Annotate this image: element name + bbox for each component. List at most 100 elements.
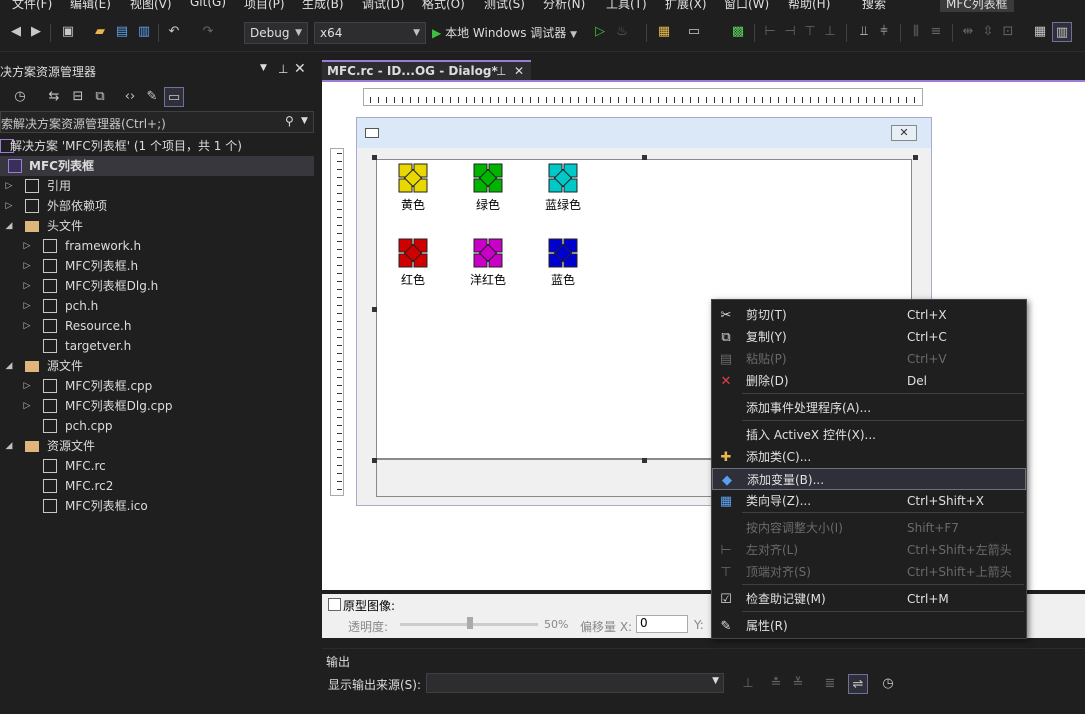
list-item[interactable]: 红色 (385, 237, 441, 297)
space-down-icon[interactable]: ≡ (926, 22, 946, 42)
clear-all-icon[interactable]: ≣ (820, 674, 840, 694)
pin-icon[interactable]: ⊥ (278, 62, 288, 76)
tree-node[interactable]: ◢ 资源文件 (0, 436, 314, 456)
pin-icon[interactable]: ⊥ (496, 64, 506, 78)
test-dialog-icon[interactable]: ▩ (728, 22, 748, 42)
collapse-all-icon[interactable]: ⊟ (68, 87, 88, 107)
clock-icon[interactable]: ◷ (878, 674, 898, 694)
save-all-icon[interactable]: ▥ (134, 22, 154, 42)
tree-node[interactable]: pch.cpp (0, 416, 314, 436)
open-icon[interactable]: ▰ (90, 22, 110, 42)
tree-node[interactable]: targetver.h (0, 336, 314, 356)
menu-item[interactable]: 测试(S) (484, 0, 525, 12)
list-item[interactable]: 洋红色 (460, 237, 516, 297)
list-item[interactable]: 蓝绿色 (535, 162, 591, 222)
collapsed-arrow-icon[interactable]: ▷ (4, 176, 14, 196)
tree-node[interactable]: ▷ Resource.h (0, 316, 314, 336)
context-menu-item[interactable]: ⧉ 复制(Y) Ctrl+C (712, 326, 1026, 348)
forward-icon[interactable]: ▶ (26, 22, 46, 42)
close-icon[interactable]: ✕ (891, 125, 917, 141)
tree-node[interactable]: ▷ pch.h (0, 296, 314, 316)
layout-icon[interactable]: ▭ (684, 22, 704, 42)
code-view-icon[interactable]: ‹› (120, 87, 140, 107)
collapsed-arrow-icon[interactable]: ▷ (22, 396, 32, 416)
offset-x-input[interactable]: 0 (636, 615, 688, 633)
tree-node[interactable]: ▷ 外部依赖项 (0, 196, 314, 216)
solution-search-input[interactable]: 索解决方案资源管理器(Ctrl+;) ⚲ ▼ (0, 111, 314, 133)
collapsed-arrow-icon[interactable]: ▷ (22, 276, 32, 296)
expanded-arrow-icon[interactable]: ◢ (4, 436, 14, 456)
expanded-arrow-icon[interactable]: ◢ (4, 216, 14, 236)
menu-item[interactable]: 编辑(E) (70, 0, 111, 12)
browse-icon[interactable]: ▦ (654, 22, 674, 42)
menu-item[interactable]: 分析(N) (543, 0, 585, 12)
tree-node[interactable]: ▷ 引用 (0, 176, 314, 196)
menu-item[interactable]: 工具(T) (606, 0, 647, 12)
properties-icon[interactable]: ✎ (142, 87, 162, 107)
tree-node[interactable]: MFC列表框.ico (0, 496, 314, 516)
redo-icon[interactable]: ↷ (198, 22, 218, 42)
tree-node[interactable]: ◢ 源文件 (0, 356, 314, 376)
start-without-debugging-icon[interactable]: ▷ (590, 22, 610, 42)
center-vertical-icon[interactable]: ⫫ (854, 22, 874, 42)
tree-node[interactable]: MFC.rc (0, 456, 314, 476)
context-menu-item[interactable]: ⊤ 顶端对齐(S) Ctrl+Shift+上箭头 (712, 561, 1026, 583)
chevron-down-icon[interactable]: ▼ (301, 116, 308, 126)
context-menu-item[interactable]: ✂ 剪切(T) Ctrl+X (712, 304, 1026, 326)
menu-item[interactable]: 项目(P) (244, 0, 285, 12)
back-icon[interactable]: ◀ (6, 22, 26, 42)
menu-item[interactable]: 调试(D) (362, 0, 405, 12)
collapsed-arrow-icon[interactable]: ▷ (22, 256, 32, 276)
collapsed-arrow-icon[interactable]: ▷ (4, 196, 14, 216)
prev-message-icon[interactable]: ≛ (766, 674, 786, 694)
chevron-down-icon[interactable]: ▼ (260, 63, 267, 73)
menu-item[interactable]: Git(G) (190, 0, 226, 9)
list-item[interactable]: 黄色 (385, 162, 441, 222)
tree-node[interactable]: ▷ MFC列表框.h (0, 256, 314, 276)
context-menu-item[interactable]: 插入 ActiveX 控件(X)... (712, 424, 1026, 446)
list-item[interactable]: 蓝色 (535, 237, 591, 297)
next-message-icon[interactable]: ≚ (788, 674, 808, 694)
context-menu-item[interactable]: 添加事件处理程序(A)... (712, 397, 1026, 419)
show-all-files-icon[interactable]: ⧉ (90, 87, 110, 107)
undo-icon[interactable]: ↶ (164, 22, 184, 42)
close-icon[interactable]: ✕ (294, 61, 306, 77)
center-horizontal-icon[interactable]: ⫩ (874, 22, 894, 42)
word-wrap-icon[interactable]: ⇌ (848, 674, 868, 694)
tree-node[interactable]: ▷ MFC列表框Dlg.cpp (0, 396, 314, 416)
toggle-guides-icon[interactable]: ▥ (1052, 22, 1072, 42)
menu-item[interactable]: 生成(B) (302, 0, 344, 12)
menu-item[interactable]: 窗口(W) (724, 0, 769, 12)
expanded-arrow-icon[interactable]: ◢ (4, 356, 14, 376)
menu-item[interactable]: 文件(F) (12, 0, 52, 12)
find-message-icon[interactable]: ⊥ (738, 674, 758, 694)
tree-node[interactable]: MFC.rc2 (0, 476, 314, 496)
search-menu[interactable]: 搜索 (862, 0, 886, 12)
new-project-icon[interactable]: ▣ (58, 22, 78, 42)
tab-dialog-editor[interactable]: MFC.rc - ID...OG - Dialog* ⊥ ✕ (322, 60, 531, 82)
context-menu-item[interactable]: 按内容调整大小(I) Shift+F7 (712, 517, 1026, 539)
align-bottom-icon[interactable]: ⊥ (820, 22, 840, 42)
context-menu-item[interactable]: ✕ 删除(D) Del (712, 370, 1026, 392)
make-same-size-icon[interactable]: ⊡ (998, 22, 1018, 42)
slider-thumb[interactable] (467, 617, 473, 629)
context-menu-item[interactable]: ▦ 类向导(Z)... Ctrl+Shift+X (712, 490, 1026, 512)
align-top-icon[interactable]: ⊤ (800, 22, 820, 42)
context-menu-item[interactable]: ⊢ 左对齐(L) Ctrl+Shift+左箭头 (712, 539, 1026, 561)
collapsed-arrow-icon[interactable]: ▷ (22, 316, 32, 336)
solution-node[interactable]: 解决方案 'MFC列表框' (1 个项目，共 1 个) (0, 136, 314, 156)
prototype-checkbox[interactable] (328, 598, 341, 611)
context-menu-item[interactable]: ✚ 添加类(C)... (712, 446, 1026, 468)
context-menu-item[interactable]: ☑ 检查助记键(M) Ctrl+M (712, 588, 1026, 610)
list-item[interactable]: 绿色 (460, 162, 516, 222)
toggle-grid-icon[interactable]: ▦ (1030, 22, 1050, 42)
save-icon[interactable]: ▤ (112, 22, 132, 42)
search-icon[interactable]: ⚲ (285, 114, 294, 128)
context-menu-item[interactable]: ◆ 添加变量(B)... (712, 468, 1026, 490)
project-node[interactable]: MFC列表框 (0, 156, 314, 176)
menu-item[interactable]: 帮助(H) (788, 0, 830, 12)
make-same-height-icon[interactable]: ⇳ (978, 22, 998, 42)
align-left-icon[interactable]: ⊢ (760, 22, 780, 42)
config-dropdown[interactable]: Debug ▼ (244, 22, 308, 44)
tree-node[interactable]: ▷ MFC列表框.cpp (0, 376, 314, 396)
